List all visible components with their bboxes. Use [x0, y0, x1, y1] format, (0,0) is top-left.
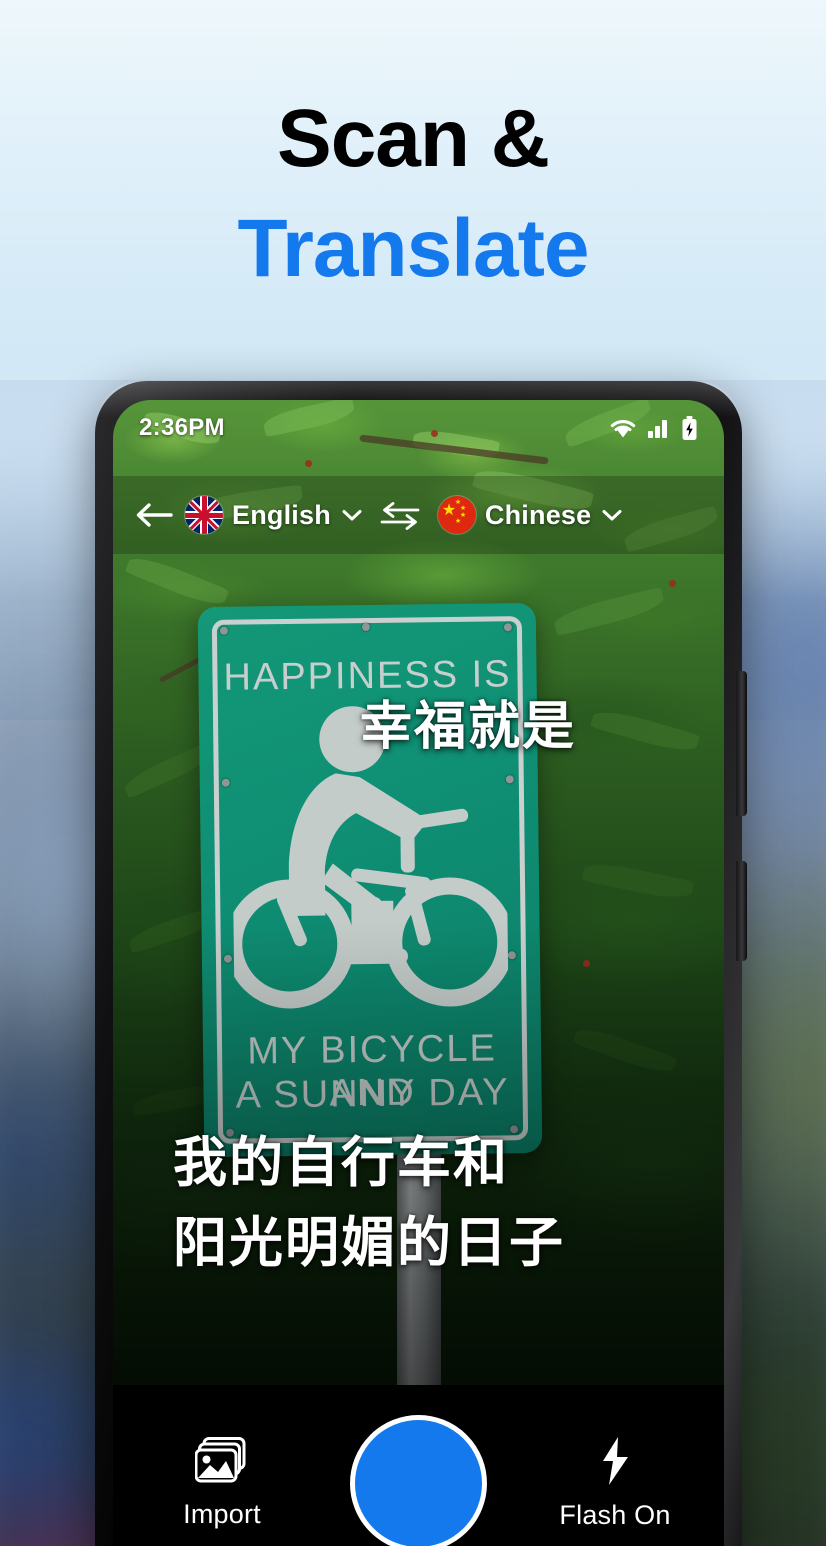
- flash-toggle-button[interactable]: Flash On: [550, 1436, 680, 1531]
- language-selector-bar: English ★ ★ ★ ★ ★ Chinese: [113, 476, 724, 554]
- translation-overlay-top: 幸福就是: [360, 698, 577, 756]
- swap-languages-button[interactable]: [378, 499, 422, 531]
- status-bar: 2:36PM: [113, 400, 724, 456]
- back-button[interactable]: [135, 500, 185, 530]
- swap-languages-icon: [380, 502, 420, 530]
- import-label: Import: [183, 1498, 261, 1529]
- camera-viewfinder[interactable]: HAPPINESS IS MY BICYCLE AND A SUNNY DAY …: [113, 400, 724, 1385]
- photo-library-icon: [195, 1436, 246, 1482]
- status-bar-icons: [609, 416, 698, 440]
- chevron-down-icon: [342, 509, 362, 520]
- phone-screen: HAPPINESS IS MY BICYCLE AND A SUNNY DAY …: [113, 400, 724, 1546]
- wifi-icon: [610, 420, 636, 438]
- translation-overlay-bottom-line-1: 我的自行车和: [173, 1133, 509, 1193]
- camera-controls-bar: Import Flash On: [113, 1385, 724, 1546]
- back-arrow-icon: [136, 503, 173, 527]
- translation-overlay-bottom-line-2: 阳光明媚的日子: [173, 1213, 565, 1273]
- headline-line-2: Translate: [237, 203, 589, 294]
- volume-button[interactable]: [736, 671, 747, 816]
- power-button[interactable]: [736, 861, 747, 961]
- flash-label: Flash On: [559, 1499, 671, 1530]
- target-language-label: Chinese: [484, 499, 592, 530]
- phone-mockup: HAPPINESS IS MY BICYCLE AND A SUNNY DAY …: [95, 381, 747, 1546]
- status-bar-clock: 2:36PM: [139, 414, 225, 441]
- capture-shutter-button[interactable]: [350, 1414, 487, 1546]
- china-flag-icon: ★ ★ ★ ★ ★: [437, 496, 476, 534]
- import-button[interactable]: Import: [157, 1436, 287, 1530]
- flash-bolt-icon: [603, 1436, 628, 1485]
- uk-flag-icon: [185, 496, 223, 534]
- headline-line-1: Scan &: [277, 93, 550, 184]
- cellular-signal-icon: [648, 420, 667, 438]
- source-language-selector[interactable]: English: [185, 496, 362, 534]
- chevron-down-icon: [602, 509, 622, 520]
- battery-charging-icon: [682, 416, 697, 440]
- sign-text-line-3: A SUNNY DAY: [235, 1071, 510, 1117]
- target-language-selector[interactable]: ★ ★ ★ ★ ★ Chinese: [437, 496, 622, 534]
- source-language-label: English: [232, 499, 331, 530]
